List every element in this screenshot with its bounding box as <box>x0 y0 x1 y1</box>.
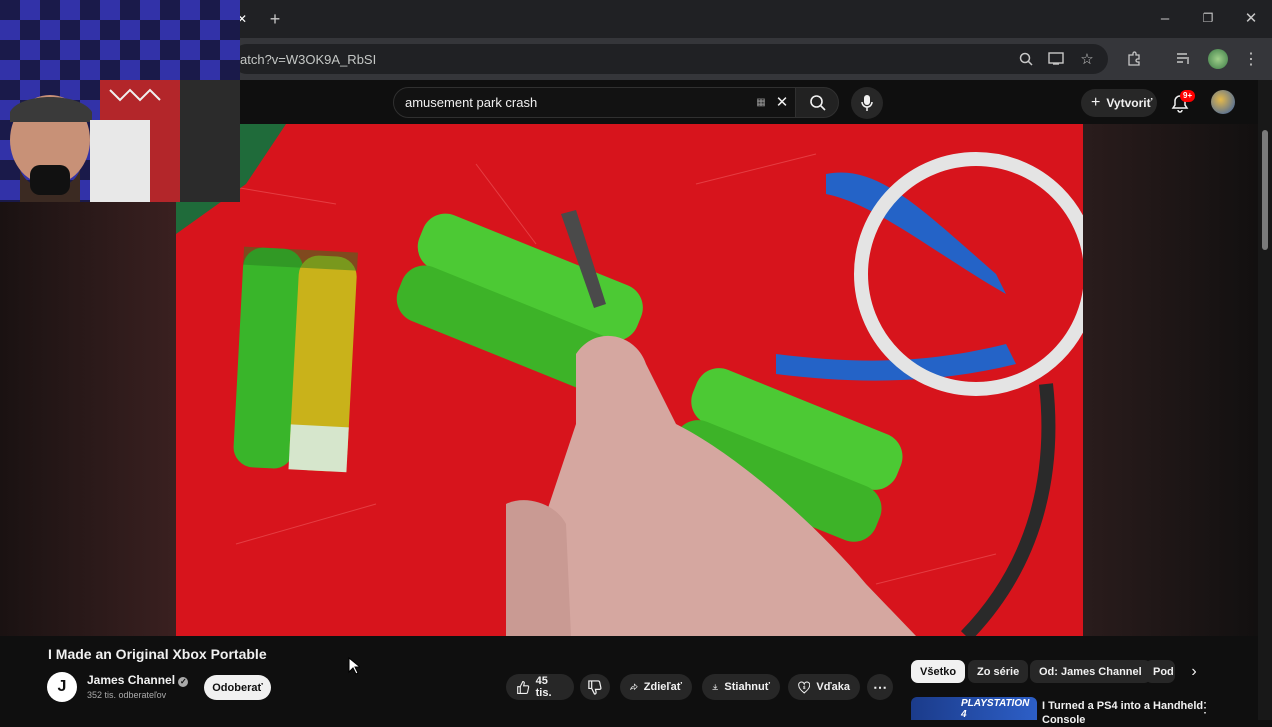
video-title: I Made an Original Xbox Portable <box>48 646 267 662</box>
cast-icon[interactable] <box>1046 50 1066 68</box>
scrollbar-thumb[interactable] <box>1262 130 1268 250</box>
zoom-icon[interactable] <box>1016 50 1036 68</box>
chip-all[interactable]: Všetko <box>911 660 966 683</box>
search-query[interactable]: amusement park crash <box>405 95 537 110</box>
webcam-overlay <box>0 0 240 202</box>
svg-text:$: $ <box>803 685 806 690</box>
thumbs-down-icon <box>588 679 602 695</box>
thumbnail-text: PLAYSTATION 4 <box>961 698 1030 720</box>
share-icon <box>630 683 638 691</box>
subscribe-button[interactable]: Odoberať <box>204 675 271 700</box>
share-label: Zdieľať <box>643 681 682 693</box>
profile-avatar[interactable] <box>1208 49 1228 69</box>
like-button[interactable]: 45 tis. <box>506 674 574 700</box>
microphone-icon <box>861 95 873 111</box>
new-tab-button[interactable]: + <box>266 9 284 29</box>
account-avatar[interactable] <box>1211 90 1235 114</box>
media-control-icon[interactable] <box>1174 49 1194 69</box>
notifications-button[interactable]: 9+ <box>1170 90 1196 114</box>
create-label: Vytvoriť <box>1106 96 1153 110</box>
chevron-right-icon[interactable]: › <box>1184 662 1204 682</box>
browser-menu-icon[interactable]: ⋮ <box>1242 49 1260 69</box>
channel-name[interactable]: James Channel ✓ <box>87 673 189 687</box>
download-icon <box>712 684 718 691</box>
download-label: Stiahnuť <box>724 681 770 693</box>
search-icon <box>810 95 826 111</box>
thanks-button[interactable]: $ Vďaka <box>788 674 860 700</box>
more-horizontal-icon: ⋯ <box>873 678 887 695</box>
thanks-label: Vďaka <box>816 681 850 693</box>
thumbs-up-icon <box>517 680 530 694</box>
super-thanks-icon: $ <box>798 680 811 694</box>
share-button[interactable]: Zdieľať <box>620 674 692 700</box>
notification-badge: 9+ <box>1180 90 1196 102</box>
video-frame <box>176 124 1083 636</box>
chip-series[interactable]: Zo série <box>968 660 1029 683</box>
subscriber-count: 352 tis. odberateľov <box>87 690 167 700</box>
extensions-icon[interactable] <box>1124 49 1144 69</box>
like-count: 45 tis. <box>535 675 552 699</box>
close-icon[interactable]: ✕ <box>1242 9 1260 27</box>
webcam-image <box>0 0 240 202</box>
search-button[interactable] <box>795 87 839 118</box>
related-thumbnail[interactable]: PLAYSTATION 4 <box>911 697 1037 720</box>
channel-avatar[interactable]: J <box>47 672 77 702</box>
ambient-right <box>1083 124 1258 636</box>
url-text[interactable]: atch?v=W3OK9A_RbSI <box>240 52 376 67</box>
restore-icon[interactable]: ❐ <box>1199 9 1217 27</box>
plus-icon: + <box>1091 94 1101 111</box>
related-title[interactable]: I Turned a PS4 into a Handheld Console <box>1042 699 1210 727</box>
download-button[interactable]: Stiahnuť <box>702 674 780 700</box>
mouse-cursor-icon <box>348 657 360 675</box>
verified-check-icon: ✓ <box>178 677 189 687</box>
chip-from-channel[interactable]: Od: James Channel <box>1030 660 1151 683</box>
bookmark-star-icon[interactable]: ☆ <box>1077 50 1097 68</box>
channel-name-text[interactable]: James Channel <box>87 673 175 687</box>
dislike-button[interactable] <box>580 674 610 700</box>
related-menu-icon[interactable]: ⋮ <box>1198 699 1212 715</box>
create-button[interactable]: + Vytvoriť <box>1081 89 1157 117</box>
keyboard-icon[interactable]: ▦ <box>752 94 770 110</box>
voice-search-button[interactable] <box>851 87 883 119</box>
chip-related[interactable]: Pod <box>1145 660 1175 683</box>
clear-search-icon[interactable]: ✕ <box>773 93 791 111</box>
more-actions-button[interactable]: ⋯ <box>867 674 893 700</box>
video-player[interactable] <box>176 124 1083 636</box>
minimize-icon[interactable]: – <box>1156 9 1174 27</box>
